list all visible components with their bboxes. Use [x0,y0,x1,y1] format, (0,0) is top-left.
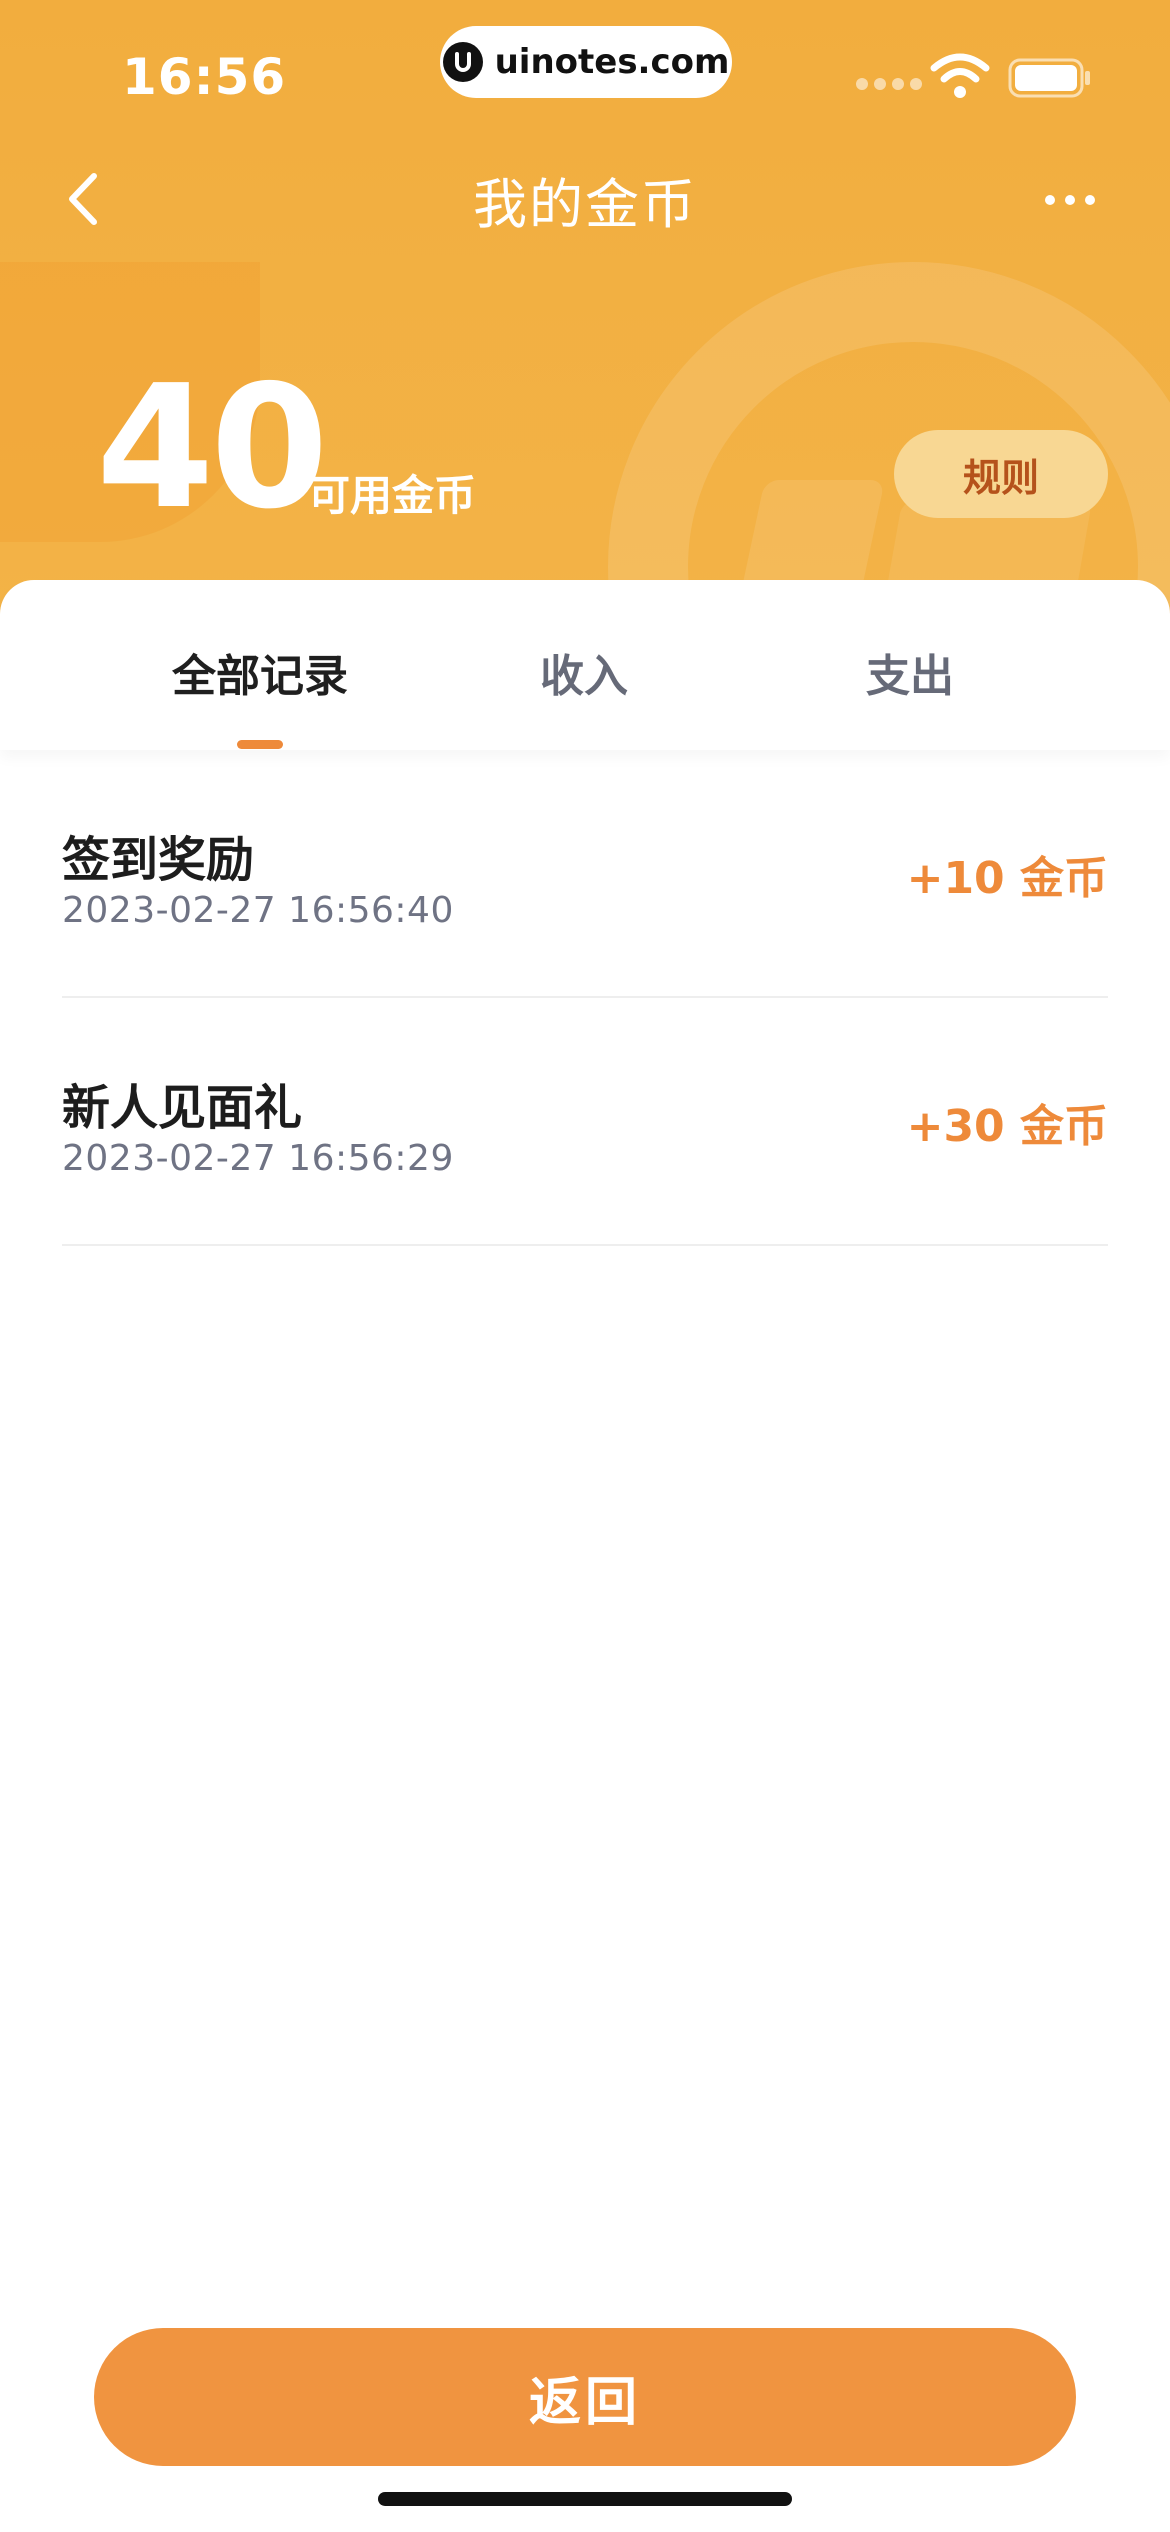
coin-balance-label: 可用金币 [308,471,477,520]
tab-expense[interactable]: 支出 [760,640,1060,730]
list-item[interactable]: 签到奖励 2023-02-27 16:56:40 +10 金币 [62,750,1108,998]
record-time: 2023-02-27 16:56:29 [62,1138,454,1179]
record-amount: +30 金币 [906,1101,1108,1152]
coin-page: 16:56 uinotes.com 我的金币 40 可用金币 规则 全部记录 收… [0,0,1170,2532]
tab-income[interactable]: 收入 [434,640,734,730]
url-text: uinotes.com [494,42,730,82]
active-tab-indicator [237,740,283,749]
record-time: 2023-02-27 16:56:40 [62,890,454,931]
battery-icon [1008,58,1090,98]
record-title: 签到奖励 [62,832,255,888]
status-bar: 16:56 uinotes.com [0,0,1170,140]
page-title: 我的金币 [473,173,697,236]
rules-button[interactable]: 规则 [894,430,1108,518]
record-title: 新人见面礼 [62,1080,303,1136]
list-item[interactable]: 新人见面礼 2023-02-27 16:56:29 +30 金币 [62,998,1108,1246]
url-pill: uinotes.com [440,26,732,98]
more-dots-icon[interactable] [1040,180,1100,220]
coin-balance: 40 [96,349,329,547]
signal-icon [856,78,922,90]
coin-record-list: 签到奖励 2023-02-27 16:56:40 +10 金币 新人见面礼 20… [0,750,1170,1246]
record-amount: +10 金币 [906,853,1108,904]
return-button[interactable]: 返回 [94,2328,1076,2466]
home-indicator [378,2492,792,2506]
status-time: 16:56 [122,48,287,106]
uinotes-logo-icon [442,42,483,82]
wifi-icon [930,53,990,98]
tab-all-records[interactable]: 全部记录 [110,640,410,730]
record-tabs: 全部记录 收入 支出 [0,580,1170,750]
